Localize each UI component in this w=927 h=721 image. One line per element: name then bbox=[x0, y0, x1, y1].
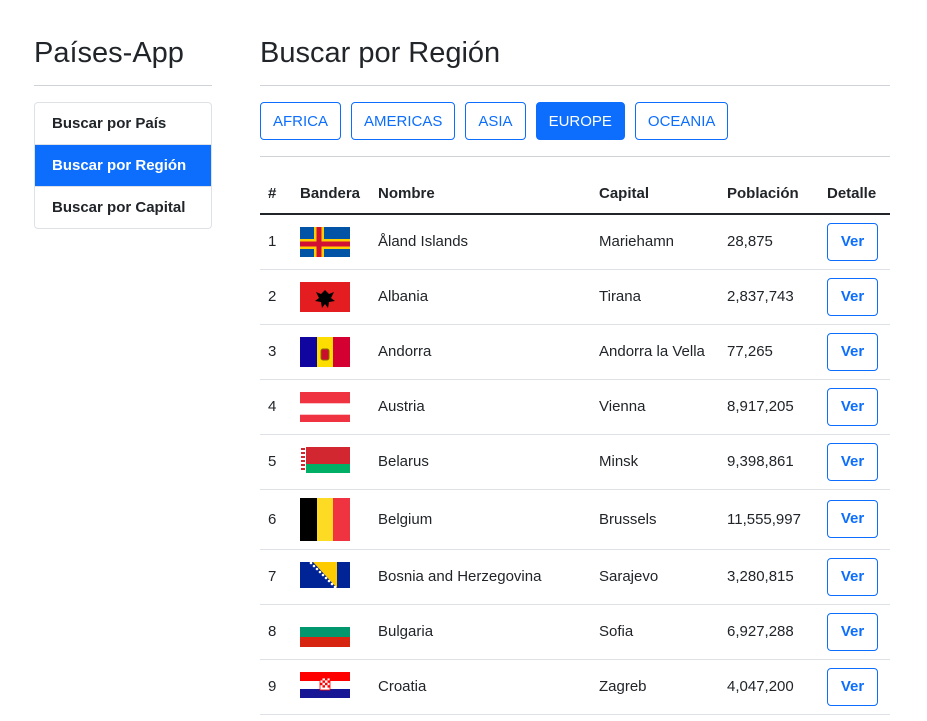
region-button-asia[interactable]: ASIA bbox=[465, 102, 526, 140]
country-population: 2,837,743 bbox=[719, 269, 819, 325]
country-population: 11,555,997 bbox=[719, 489, 819, 550]
row-number: 2 bbox=[260, 269, 292, 325]
country-population: 28,875 bbox=[719, 214, 819, 270]
sidebar-divider bbox=[34, 85, 212, 86]
menu-item-buscar-capital[interactable]: Buscar por Capital bbox=[35, 186, 211, 228]
country-population: 6,927,288 bbox=[719, 604, 819, 660]
row-number: 5 bbox=[260, 434, 292, 490]
table-header-row: # Bandera Nombre Capital Población Detal… bbox=[260, 173, 890, 215]
country-population: 77,265 bbox=[719, 324, 819, 380]
header-name: Nombre bbox=[370, 173, 591, 215]
ver-button[interactable]: Ver bbox=[827, 332, 878, 371]
app-title: Países-App bbox=[34, 37, 184, 69]
menu-item-buscar-pais[interactable]: Buscar por País bbox=[35, 103, 211, 144]
country-capital: Sofia bbox=[591, 604, 719, 660]
austria-flag bbox=[300, 391, 350, 422]
country-name: Bosnia and Herzegovina bbox=[370, 549, 591, 605]
table-row: 3 Andorra Andorra la Vella 77,265 Ver bbox=[260, 324, 890, 380]
ver-button[interactable]: Ver bbox=[827, 222, 878, 261]
region-buttons: AFRICA AMERICAS ASIA EUROPE OCEANIA bbox=[260, 102, 890, 140]
country-capital: Minsk bbox=[591, 434, 719, 490]
country-name: Croatia bbox=[370, 659, 591, 715]
belarus-flag bbox=[300, 446, 350, 477]
country-capital: Sarajevo bbox=[591, 549, 719, 605]
row-number: 8 bbox=[260, 604, 292, 660]
ver-button[interactable]: Ver bbox=[827, 667, 878, 706]
country-name: Belgium bbox=[370, 489, 591, 550]
bosnia-flag bbox=[300, 561, 350, 592]
main-content: Buscar por Región AFRICA AMERICAS ASIA E… bbox=[260, 0, 890, 715]
title-divider bbox=[260, 85, 890, 86]
header-number: # bbox=[260, 173, 292, 215]
region-button-africa[interactable]: AFRICA bbox=[260, 102, 342, 140]
country-capital: Tirana bbox=[591, 269, 719, 325]
ver-button[interactable]: Ver bbox=[827, 500, 878, 538]
country-name: Bulgaria bbox=[370, 604, 591, 660]
albania-flag bbox=[300, 281, 350, 312]
country-capital: Andorra la Vella bbox=[591, 324, 719, 380]
country-population: 9,398,861 bbox=[719, 434, 819, 490]
region-button-americas[interactable]: AMERICAS bbox=[351, 102, 456, 140]
country-name: Åland Islands bbox=[370, 214, 591, 270]
ver-button[interactable]: Ver bbox=[827, 557, 878, 596]
ver-button[interactable]: Ver bbox=[827, 277, 878, 316]
header-detail: Detalle bbox=[819, 173, 890, 215]
bulgaria-flag bbox=[300, 616, 350, 647]
table-row: 7 Bosnia and Herzegovina Sarajevo 3,280,… bbox=[260, 549, 890, 605]
country-name: Albania bbox=[370, 269, 591, 325]
row-number: 7 bbox=[260, 549, 292, 605]
country-population: 3,280,815 bbox=[719, 549, 819, 605]
regions-divider bbox=[260, 156, 890, 157]
country-name: Belarus bbox=[370, 434, 591, 490]
region-button-europe[interactable]: EUROPE bbox=[535, 102, 625, 140]
menu-item-buscar-region[interactable]: Buscar por Región bbox=[35, 144, 211, 186]
sidebar: Países-App Buscar por País Buscar por Re… bbox=[34, 0, 212, 229]
country-capital: Brussels bbox=[591, 489, 719, 550]
ver-button[interactable]: Ver bbox=[827, 442, 878, 481]
country-name: Andorra bbox=[370, 324, 591, 380]
country-capital: Zagreb bbox=[591, 659, 719, 715]
andorra-flag bbox=[300, 336, 350, 367]
table-row: 8 Bulgaria Sofia 6,927,288 Ver bbox=[260, 604, 890, 660]
row-number: 1 bbox=[260, 214, 292, 270]
header-capital: Capital bbox=[591, 173, 719, 215]
table-row: 2 Albania Tirana 2,837,743 Ver bbox=[260, 269, 890, 325]
belgium-flag bbox=[300, 497, 350, 541]
ver-button[interactable]: Ver bbox=[827, 387, 878, 426]
country-population: 4,047,200 bbox=[719, 659, 819, 715]
country-capital: Vienna bbox=[591, 379, 719, 435]
header-population: Población bbox=[719, 173, 819, 215]
page-title: Buscar por Región bbox=[260, 37, 501, 69]
table-row: 6 Belgium Brussels 11,555,997 Ver bbox=[260, 489, 890, 550]
sidebar-menu: Buscar por País Buscar por Región Buscar… bbox=[34, 102, 212, 229]
row-number: 3 bbox=[260, 324, 292, 380]
table-row: 5 Belarus Minsk 9,398,861 Ver bbox=[260, 434, 890, 490]
row-number: 6 bbox=[260, 489, 292, 550]
aland-flag bbox=[300, 226, 350, 257]
table-row: 9 Croatia Zagreb 4,047,200 Ver bbox=[260, 659, 890, 715]
region-button-oceania[interactable]: OCEANIA bbox=[634, 102, 729, 140]
country-capital: Mariehamn bbox=[591, 214, 719, 270]
ver-button[interactable]: Ver bbox=[827, 612, 878, 651]
country-name: Austria bbox=[370, 379, 591, 435]
header-flag: Bandera bbox=[292, 173, 370, 215]
row-number: 4 bbox=[260, 379, 292, 435]
countries-table: # Bandera Nombre Capital Población Detal… bbox=[260, 173, 890, 715]
croatia-flag bbox=[300, 671, 350, 702]
table-row: 4 Austria Vienna 8,917,205 Ver bbox=[260, 379, 890, 435]
country-population: 8,917,205 bbox=[719, 379, 819, 435]
table-row: 1 Åland Islands Mariehamn 28,875 Ver bbox=[260, 214, 890, 270]
row-number: 9 bbox=[260, 659, 292, 715]
